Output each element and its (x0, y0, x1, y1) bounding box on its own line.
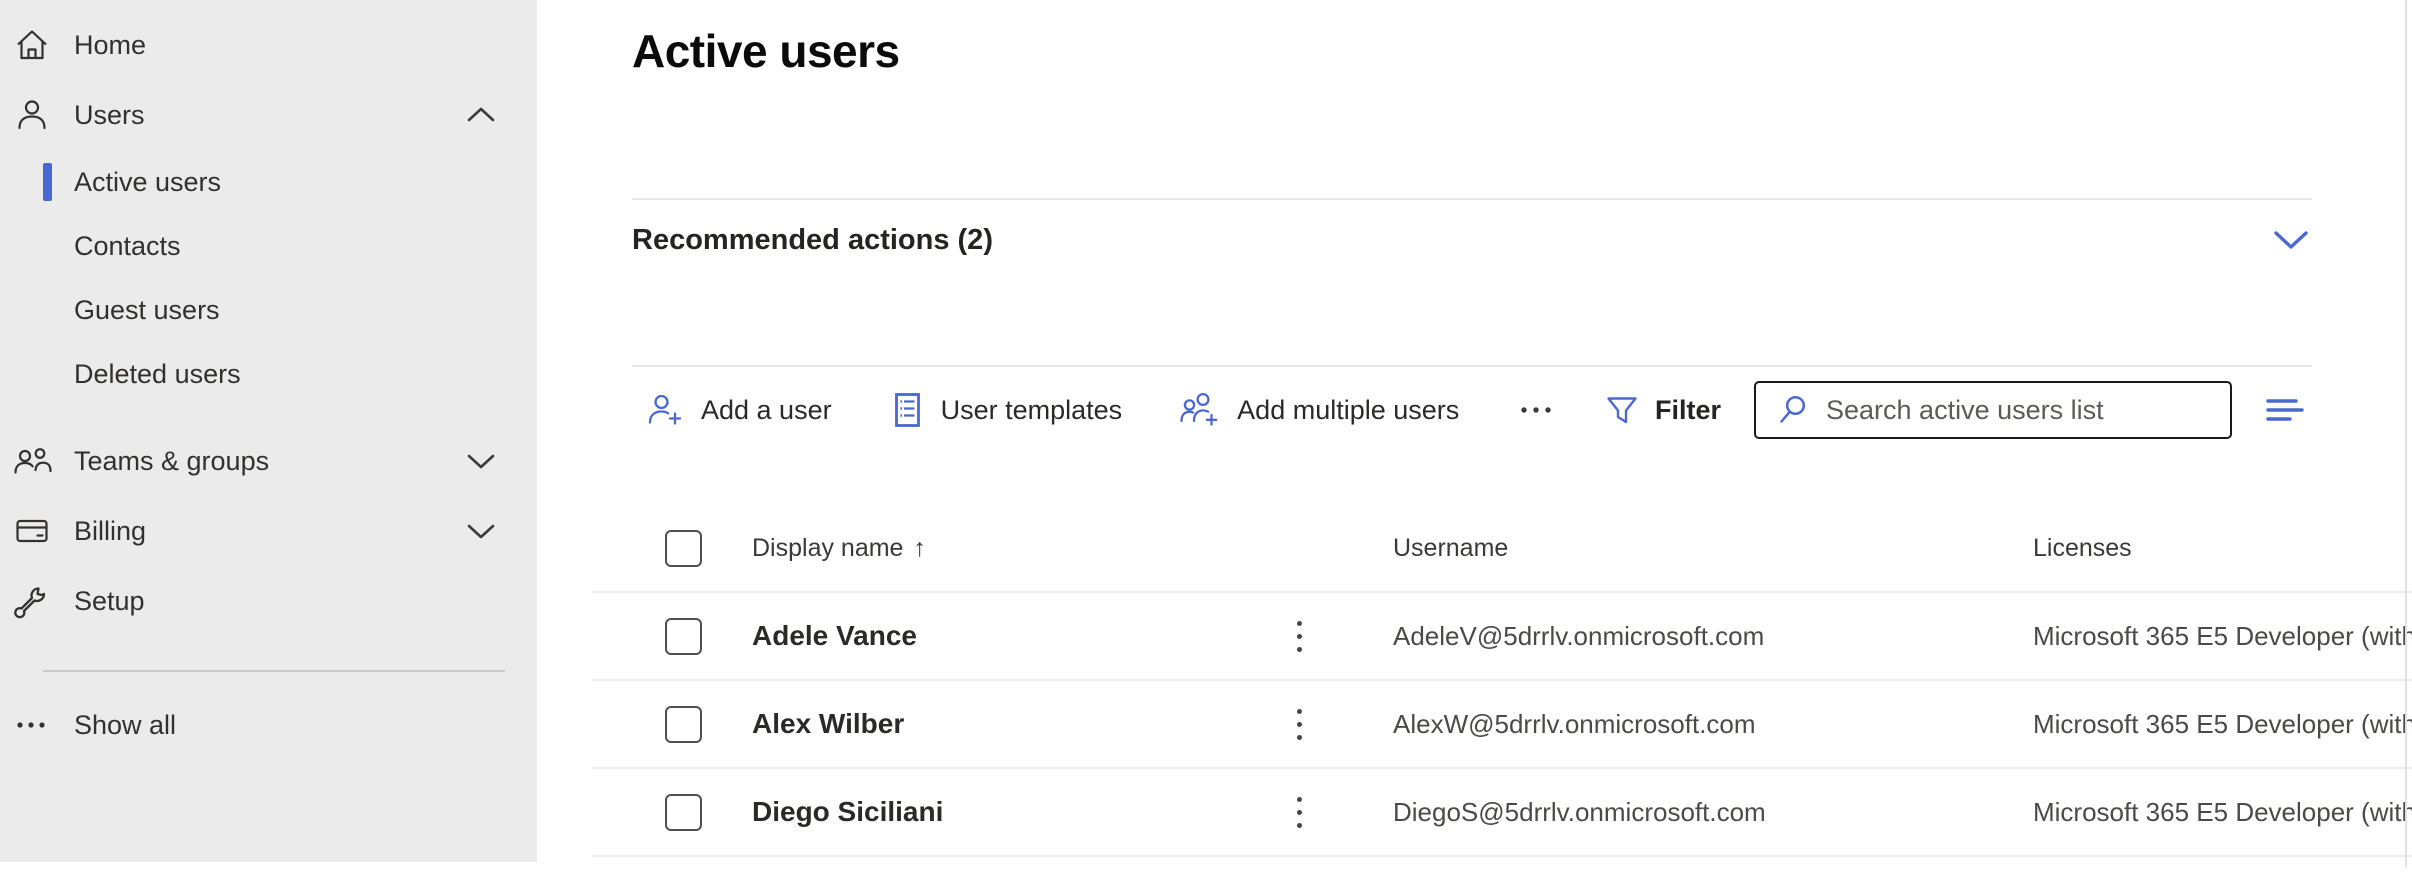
user-templates-button[interactable]: User templates (888, 390, 1123, 430)
search-input[interactable] (1824, 394, 2230, 427)
chevron-down-icon[interactable] (465, 452, 497, 470)
sidebar-item-active-users[interactable]: Active users (0, 150, 537, 214)
filter-button[interactable]: Filter (1602, 391, 1721, 429)
sort-lines-button[interactable] (2258, 390, 2312, 430)
people-icon (11, 442, 53, 480)
user-templates-label: User templates (941, 395, 1123, 426)
sidebar-item-home[interactable]: Home (0, 10, 537, 80)
filter-label: Filter (1655, 395, 1721, 426)
add-user-icon (646, 390, 686, 430)
sidebar-item-label: Contacts (74, 231, 181, 262)
row-checkbox[interactable] (665, 618, 702, 655)
more-ellipsis-icon (1519, 404, 1553, 416)
sort-ascending-icon: ↑ (913, 534, 926, 563)
command-bar-right: Filter (1602, 381, 2312, 439)
sidebar-item-contacts[interactable]: Contacts (0, 214, 537, 278)
sidebar-divider (43, 670, 505, 672)
display-name-cell[interactable]: Adele Vance (752, 620, 1283, 652)
selected-indicator (43, 163, 52, 201)
table-header-row: Display name ↑ Username Licenses (592, 505, 2412, 591)
row-more-options-button[interactable] (1283, 703, 1315, 746)
display-name-cell[interactable]: Alex Wilber (752, 708, 1283, 740)
table-row[interactable]: Diego Siciliani DiegoS@5drrlv.onmicrosof… (592, 767, 2412, 855)
command-bar-actions: Add a user User templates (632, 390, 1557, 430)
home-icon (11, 26, 53, 64)
chevron-up-icon[interactable] (465, 106, 497, 124)
sidebar-item-label: Billing (74, 516, 146, 547)
main-content: Active users Recommended actions (2) Add… (537, 0, 2412, 868)
sidebar-item-deleted-users[interactable]: Deleted users (0, 342, 537, 406)
add-user-label: Add a user (701, 395, 832, 426)
divider (632, 198, 2312, 200)
sidebar-nav: Home Users Active users Contacts Guest (0, 0, 537, 760)
sidebar-item-label: Users (74, 100, 145, 131)
divider (632, 365, 2312, 367)
sidebar-item-label: Home (74, 30, 146, 61)
sort-lines-icon (2262, 394, 2308, 426)
licenses-cell: Microsoft 365 E5 Developer (withou (1983, 621, 2412, 652)
display-name-cell[interactable]: Diego Siciliani (752, 796, 1283, 828)
username-cell: AlexW@5drrlv.onmicrosoft.com (1343, 709, 1983, 740)
search-box (1754, 381, 2232, 439)
filter-funnel-icon (1602, 391, 1642, 429)
add-user-button[interactable]: Add a user (646, 390, 832, 430)
sidebar-item-label: Show all (74, 710, 176, 741)
row-more-options-button[interactable] (1283, 791, 1315, 834)
recommended-actions-label: Recommended actions (2) (632, 224, 993, 257)
licenses-cell: Microsoft 365 E5 Developer (withou (1983, 709, 2412, 740)
sidebar-item-teams-groups[interactable]: Teams & groups (0, 426, 537, 496)
sidebar-item-setup[interactable]: Setup (0, 566, 537, 636)
user-templates-icon (888, 390, 926, 430)
credit-card-icon (11, 512, 53, 550)
sidebar-item-label: Active users (74, 167, 221, 198)
ellipsis-icon (11, 706, 53, 744)
row-more-options-button[interactable] (1283, 615, 1315, 658)
row-checkbox[interactable] (665, 706, 702, 743)
username-cell: AdeleV@5drrlv.onmicrosoft.com (1343, 621, 1983, 652)
table-row[interactable]: Adele Vance AdeleV@5drrlv.onmicrosoft.co… (592, 591, 2412, 679)
wrench-icon (11, 582, 53, 620)
column-header-label: Licenses (2033, 534, 2132, 562)
select-all-checkbox[interactable] (665, 530, 702, 567)
sidebar-item-users[interactable]: Users (0, 80, 537, 150)
add-multiple-users-button[interactable]: Add multiple users (1178, 390, 1459, 430)
sidebar-item-billing[interactable]: Billing (0, 496, 537, 566)
add-multiple-users-icon (1178, 390, 1222, 430)
column-header-licenses[interactable]: Licenses (1983, 534, 2412, 563)
user-icon (11, 96, 53, 134)
active-users-table: Display name ↑ Username Licenses Adele V… (592, 505, 2412, 873)
sidebar-item-label: Teams & groups (74, 446, 269, 477)
sidebar-item-label: Deleted users (74, 359, 241, 390)
row-checkbox[interactable] (665, 794, 702, 831)
column-header-username[interactable]: Username (1343, 534, 1983, 563)
sidebar-item-guest-users[interactable]: Guest users (0, 278, 537, 342)
column-header-label: Username (1393, 534, 1508, 562)
sidebar-item-label: Setup (74, 586, 145, 617)
page-title: Active users (632, 24, 900, 78)
sidebar: Home Users Active users Contacts Guest (0, 0, 537, 862)
column-header-label: Display name (752, 534, 903, 563)
right-edge-line (2405, 0, 2407, 868)
add-multiple-users-label: Add multiple users (1237, 395, 1459, 426)
chevron-down-icon[interactable] (2270, 225, 2312, 255)
search-icon (1774, 392, 1810, 428)
column-header-display-name[interactable]: Display name ↑ (752, 534, 1283, 563)
licenses-cell: Microsoft 365 E5 Developer (withou (1983, 797, 2412, 828)
chevron-down-icon[interactable] (465, 522, 497, 540)
username-cell: DiegoS@5drrlv.onmicrosoft.com (1343, 797, 1983, 828)
nav-gap (0, 406, 537, 426)
table-bottom-divider (592, 855, 2412, 873)
more-actions-button[interactable] (1515, 398, 1557, 422)
recommended-actions-section: Recommended actions (2) (632, 212, 2312, 268)
sidebar-item-show-all[interactable]: Show all (0, 690, 537, 760)
command-bar: Add a user User templates (632, 378, 2312, 442)
table-row[interactable]: Alex Wilber AlexW@5drrlv.onmicrosoft.com… (592, 679, 2412, 767)
sidebar-item-label: Guest users (74, 295, 220, 326)
